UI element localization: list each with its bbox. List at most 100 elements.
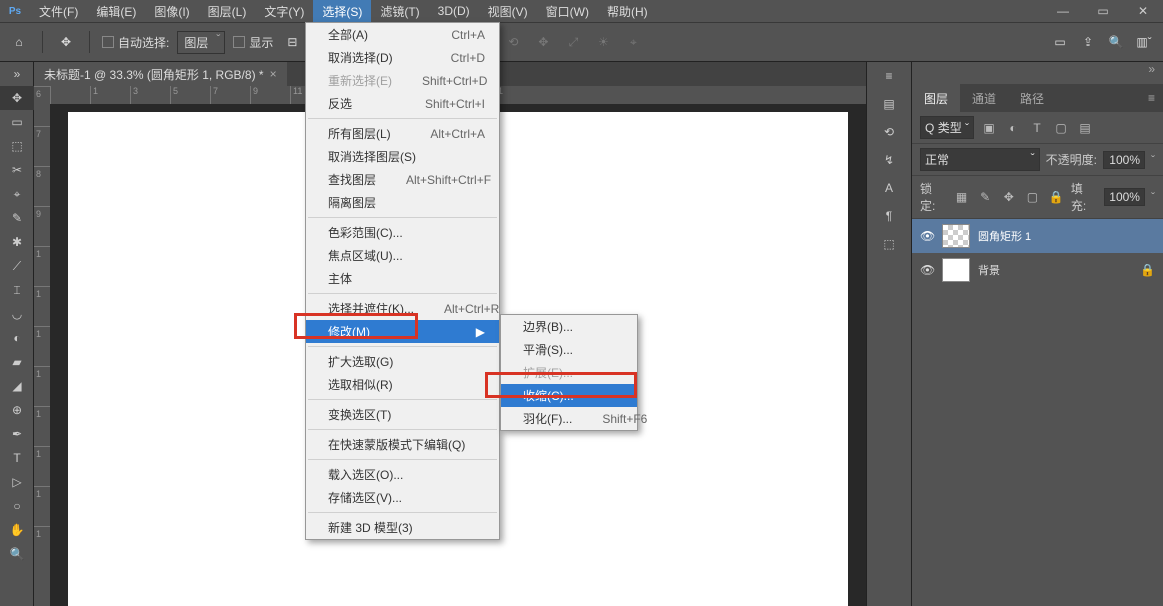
dodge-tool[interactable]: ⊕ bbox=[0, 398, 34, 422]
marquee-tool[interactable]: ▭ bbox=[0, 110, 34, 134]
layer-row[interactable]: 👁 背景 🔒 bbox=[912, 253, 1163, 287]
menu-item[interactable]: 选取相似(R) bbox=[306, 373, 499, 396]
maximize-icon[interactable]: ▭ bbox=[1083, 0, 1123, 22]
auto-select-check[interactable]: 自动选择: bbox=[102, 34, 169, 51]
home-icon[interactable]: ⌂ bbox=[8, 31, 30, 53]
menu-item[interactable]: 查找图层Alt+Shift+Ctrl+F bbox=[306, 168, 499, 191]
document-tab[interactable]: 未标题-1 @ 33.3% (圆角矩形 1, RGB/8) * × bbox=[34, 62, 287, 86]
layer-thumb[interactable] bbox=[942, 224, 970, 248]
menu-select[interactable]: 选择(S) bbox=[313, 0, 371, 23]
menu-item[interactable]: 平滑(S)... bbox=[501, 338, 637, 361]
opacity-input[interactable]: 100% bbox=[1103, 151, 1145, 169]
menu-item[interactable]: 焦点区域(U)... bbox=[306, 244, 499, 267]
tab-layers[interactable]: 图层 bbox=[912, 84, 960, 113]
character-icon[interactable]: A bbox=[867, 174, 911, 202]
menu-file[interactable]: 文件(F) bbox=[30, 0, 87, 23]
lock-pixels-icon[interactable]: ▦ bbox=[953, 188, 971, 206]
path-select-tool[interactable]: ▷ bbox=[0, 470, 34, 494]
pan3d-icon[interactable]: ✥ bbox=[532, 31, 554, 53]
lock-icon[interactable]: 🔒 bbox=[1140, 263, 1155, 277]
heal-tool[interactable]: ✱ bbox=[0, 230, 34, 254]
menu-item[interactable]: 边界(B)... bbox=[501, 315, 637, 338]
menu-item[interactable]: 所有图层(L)Alt+Ctrl+A bbox=[306, 122, 499, 145]
visibility-icon[interactable]: 👁 bbox=[920, 263, 934, 277]
menu-item[interactable]: 取消选择图层(S) bbox=[306, 145, 499, 168]
layer-row[interactable]: 👁 圆角矩形 1 bbox=[912, 219, 1163, 253]
minimize-icon[interactable]: — bbox=[1043, 0, 1083, 22]
lock-move-icon[interactable]: ✥ bbox=[1000, 188, 1018, 206]
menu-item[interactable]: 修改(M)▶ bbox=[306, 320, 499, 343]
lasso-tool[interactable]: ⬚ bbox=[0, 134, 34, 158]
collapse-icon[interactable]: » bbox=[0, 62, 34, 86]
type-tool[interactable]: T bbox=[0, 446, 34, 470]
hand-tool[interactable]: ✋ bbox=[0, 518, 34, 542]
collapse-panel-icon[interactable]: » bbox=[1148, 62, 1155, 84]
dolly3d-icon[interactable]: ⤢ bbox=[562, 31, 584, 53]
move-tool-icon[interactable]: ✥ bbox=[55, 31, 77, 53]
align-icon[interactable]: ⊟ bbox=[281, 31, 303, 53]
share-icon[interactable]: ⇪ bbox=[1077, 31, 1099, 53]
crop-tool[interactable]: ✂ bbox=[0, 158, 34, 182]
menu-item[interactable]: 全部(A)Ctrl+A bbox=[306, 23, 499, 46]
fill-input[interactable]: 100% bbox=[1104, 188, 1145, 206]
menu-item[interactable]: 在快速蒙版模式下编辑(Q) bbox=[306, 433, 499, 456]
eraser-tool[interactable]: ◐ bbox=[0, 326, 34, 350]
filter-type-icon[interactable]: T bbox=[1028, 119, 1046, 137]
menu-filter[interactable]: 滤镜(T) bbox=[371, 0, 428, 23]
3d-icon[interactable]: ⬚ bbox=[867, 230, 911, 258]
show-transform-check[interactable]: 显示 bbox=[233, 34, 273, 51]
filter-adjust-icon[interactable]: ◐ bbox=[1004, 119, 1022, 137]
swatches-icon[interactable]: ▤ bbox=[867, 90, 911, 118]
history-icon[interactable]: ≡ bbox=[867, 62, 911, 90]
history-brush-tool[interactable]: ◡ bbox=[0, 302, 34, 326]
menu-item[interactable]: 色彩范围(C)... bbox=[306, 221, 499, 244]
filter-shape-icon[interactable]: ▢ bbox=[1052, 119, 1070, 137]
filter-smart-icon[interactable]: ▤ bbox=[1076, 119, 1094, 137]
menu-item[interactable]: 存储选区(V)... bbox=[306, 486, 499, 509]
menu-layer[interactable]: 图层(L) bbox=[199, 0, 256, 23]
orbit3d-icon[interactable]: ⟲ bbox=[502, 31, 524, 53]
layer-thumb[interactable] bbox=[942, 258, 970, 282]
filter-image-icon[interactable]: ▣ bbox=[980, 119, 998, 137]
lock-artboard-icon[interactable]: ▢ bbox=[1024, 188, 1042, 206]
visibility-icon[interactable]: 👁 bbox=[920, 229, 934, 243]
workspace-icon[interactable]: ▥ˇ bbox=[1133, 31, 1155, 53]
adjustments-icon[interactable]: ⟲ bbox=[867, 118, 911, 146]
menu-item[interactable]: 反选Shift+Ctrl+I bbox=[306, 92, 499, 115]
search-icon[interactable]: 🔍 bbox=[1105, 31, 1127, 53]
menu-item[interactable]: 新建 3D 模型(3) bbox=[306, 516, 499, 539]
light3d-icon[interactable]: ☀ bbox=[592, 31, 614, 53]
menu-item[interactable]: 羽化(F)...Shift+F6 bbox=[501, 407, 637, 430]
frame-tool[interactable]: ⌖ bbox=[0, 182, 34, 206]
gradient-tool[interactable]: ▰ bbox=[0, 350, 34, 374]
menu-item[interactable]: 扩大选取(G) bbox=[306, 350, 499, 373]
menu-item[interactable]: 取消选择(D)Ctrl+D bbox=[306, 46, 499, 69]
menu-item[interactable]: 载入选区(O)... bbox=[306, 463, 499, 486]
menu-item[interactable]: 变换选区(T) bbox=[306, 403, 499, 426]
menu-type[interactable]: 文字(Y) bbox=[255, 0, 313, 23]
menu-view[interactable]: 视图(V) bbox=[479, 0, 537, 23]
layer-name[interactable]: 背景 bbox=[978, 262, 1132, 278]
brush-tool[interactable]: ⟋ bbox=[0, 254, 34, 278]
lock-brush-icon[interactable]: ✎ bbox=[976, 188, 994, 206]
menu-item[interactable]: 主体 bbox=[306, 267, 499, 290]
menu-window[interactable]: 窗口(W) bbox=[537, 0, 598, 23]
menu-item[interactable]: 隔离图层 bbox=[306, 191, 499, 214]
zoom-tool[interactable]: 🔍 bbox=[0, 542, 34, 566]
blend-mode-select[interactable]: 正常 ˇ bbox=[920, 148, 1040, 171]
menu-image[interactable]: 图像(I) bbox=[145, 0, 198, 23]
panel-menu-icon[interactable]: ≡ bbox=[1140, 91, 1163, 105]
menu-item[interactable]: 收缩(C)... bbox=[501, 384, 637, 407]
close-tab-icon[interactable]: × bbox=[270, 67, 277, 81]
cam3d-icon[interactable]: ⌖ bbox=[622, 31, 644, 53]
layer-name[interactable]: 圆角矩形 1 bbox=[978, 228, 1155, 244]
blur-tool[interactable]: ◢ bbox=[0, 374, 34, 398]
menu-edit[interactable]: 编辑(E) bbox=[87, 0, 145, 23]
move-tool[interactable]: ✥ bbox=[0, 86, 34, 110]
paragraph-icon[interactable]: ¶ bbox=[867, 202, 911, 230]
close-icon[interactable]: ✕ bbox=[1123, 0, 1163, 22]
tab-channels[interactable]: 通道 bbox=[960, 84, 1008, 113]
menu-3d[interactable]: 3D(D) bbox=[429, 1, 479, 21]
eyedropper-tool[interactable]: ✎ bbox=[0, 206, 34, 230]
brushes-icon[interactable]: ↯ bbox=[867, 146, 911, 174]
